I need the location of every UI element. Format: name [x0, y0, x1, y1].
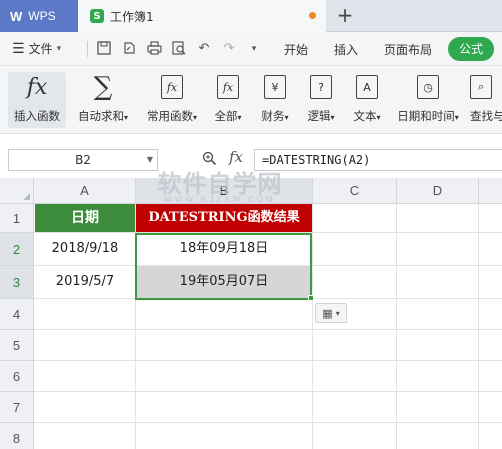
menu-item-home[interactable]: 开始	[284, 41, 308, 58]
row-header-8[interactable]: 8	[0, 423, 34, 449]
add-tab-button[interactable]: +	[334, 4, 356, 26]
finance-icon: ¥	[264, 75, 286, 99]
cell-b1[interactable]: DATESTRING函数结果	[136, 204, 312, 232]
chevron-down-icon: ▾	[56, 43, 62, 54]
print-icon[interactable]	[146, 41, 162, 57]
row-header-3[interactable]: 3	[0, 266, 34, 299]
column-header-d[interactable]: D	[397, 178, 479, 204]
fill-handle[interactable]	[308, 295, 314, 301]
date-time-label: 日期和时间	[397, 109, 455, 123]
row-header-1[interactable]: 1	[0, 204, 34, 233]
grid-line	[312, 204, 313, 449]
paste-options-button[interactable]: ▦ ▾	[315, 303, 347, 323]
insert-function-label: 插入函数	[14, 109, 60, 123]
logic-icon: ?	[310, 75, 332, 99]
grid-line	[396, 204, 397, 449]
formula-bar: B2 ▼ fx =DATESTRING(A2)	[0, 134, 502, 178]
finance-button[interactable]: ¥ 财务▾	[254, 72, 296, 128]
row-header-7[interactable]: 7	[0, 392, 34, 423]
common-function-icon: fx	[161, 75, 183, 99]
tab-bar: W WPS S 工作簿1 +	[0, 0, 502, 32]
more-chevron-icon[interactable]: ▾	[246, 41, 262, 57]
lookup-icon: ⌕	[470, 75, 492, 99]
zoom-icon[interactable]	[202, 151, 217, 170]
chevron-down-icon: ▾	[335, 308, 340, 318]
hamburger-icon: ☰	[12, 40, 25, 57]
ribbon: fx 插入函数 ∑ 自动求和▾ fx 常用函数▾ fx 全部▾ ¥ 财务▾ ? …	[0, 66, 502, 134]
sum-icon: ∑	[93, 72, 113, 102]
column-header-c[interactable]: C	[313, 178, 397, 204]
row-header-2[interactable]: 2	[0, 233, 34, 266]
document-tab[interactable]: S 工作簿1	[78, 0, 326, 32]
spreadsheet-icon: S	[90, 9, 104, 23]
chevron-down-icon: ▾	[376, 113, 381, 122]
finance-label: 财务	[261, 109, 285, 123]
datetime-icon: ◷	[417, 75, 439, 99]
print-preview-icon[interactable]	[171, 41, 187, 57]
file-menu-button[interactable]: ☰ 文件 ▾	[12, 40, 61, 57]
menu-item-formulas[interactable]: 公式	[448, 37, 494, 61]
cell-a1[interactable]: 日期	[35, 204, 135, 232]
text-icon: A	[356, 75, 378, 99]
document-tab-title: 工作簿1	[110, 9, 154, 24]
grid-line	[34, 329, 502, 330]
common-functions-label: 常用函数	[146, 109, 193, 123]
column-header-e[interactable]	[479, 178, 502, 204]
date-time-button[interactable]: ◷ 日期和时间▾	[392, 72, 464, 128]
formula-input[interactable]: =DATESTRING(A2)	[254, 149, 502, 171]
menu-item-insert[interactable]: 插入	[334, 41, 358, 58]
menu-bar: ☰ 文件 ▾ ↶ ↷ ▾ 开始 插入 页面布局 公式	[0, 32, 502, 66]
all-function-icon: fx	[217, 75, 239, 99]
menu-item-page-layout[interactable]: 页面布局	[384, 41, 432, 58]
column-header-b[interactable]: B	[136, 178, 313, 204]
autosum-button[interactable]: ∑ 自动求和▾	[72, 72, 134, 128]
text-functions-button[interactable]: A 文本▾	[346, 72, 388, 128]
spreadsheet-grid: A B C D 1 2 3 4 5 6 7 8 日期 DATESTRING函数结…	[0, 178, 502, 449]
logic-label: 逻辑	[307, 109, 331, 123]
chevron-down-icon: ▾	[237, 113, 242, 122]
grid-line	[34, 422, 502, 423]
selection-border	[135, 233, 312, 300]
row-header-5[interactable]: 5	[0, 330, 34, 361]
cell-a2[interactable]: 2018/9/18	[35, 233, 135, 265]
undo-icon[interactable]: ↶	[196, 41, 212, 57]
paste-options-icon: ▦	[322, 306, 333, 320]
row-header-4[interactable]: 4	[0, 299, 34, 330]
common-functions-button[interactable]: fx 常用函数▾	[142, 72, 202, 128]
row-header-6[interactable]: 6	[0, 361, 34, 392]
lookup-button[interactable]: ⌕ 查找与	[470, 72, 502, 128]
grid-line	[478, 204, 479, 449]
all-functions-label: 全部	[214, 109, 238, 123]
column-header-a[interactable]: A	[34, 178, 136, 204]
chevron-down-icon[interactable]: ▼	[147, 150, 153, 170]
chevron-down-icon: ▾	[454, 113, 459, 122]
all-functions-button[interactable]: fx 全部▾	[208, 72, 248, 128]
cell-a3[interactable]: 2019/5/7	[35, 266, 135, 298]
wps-app-name: WPS	[28, 9, 56, 23]
save-icon[interactable]	[96, 41, 112, 57]
export-icon[interactable]	[121, 41, 137, 57]
grid-line	[34, 391, 502, 392]
select-all-corner[interactable]	[0, 178, 34, 204]
redo-icon[interactable]: ↷	[221, 41, 237, 57]
chevron-down-icon: ▾	[330, 113, 335, 122]
wps-home-tab[interactable]: W WPS	[0, 0, 78, 32]
fx-icon: fx	[26, 74, 48, 100]
text-functions-label: 文本	[353, 109, 377, 123]
wps-logo-icon: W	[10, 8, 23, 24]
chevron-down-icon: ▾	[192, 113, 197, 122]
logic-button[interactable]: ? 逻辑▾	[300, 72, 342, 128]
chevron-down-icon: ▾	[123, 113, 128, 122]
name-box-value: B2	[75, 153, 91, 167]
menu-separator	[87, 41, 88, 57]
unsaved-dot-icon	[309, 12, 316, 19]
name-box[interactable]: B2 ▼	[8, 149, 158, 171]
insert-function-button[interactable]: fx 插入函数	[8, 72, 66, 128]
lookup-label: 查找与	[470, 109, 502, 123]
file-menu-label: 文件	[28, 42, 53, 56]
chevron-down-icon: ▾	[284, 113, 289, 122]
grid-line	[34, 360, 502, 361]
autosum-label: 自动求和	[77, 109, 124, 123]
fx-icon[interactable]: fx	[229, 148, 243, 166]
